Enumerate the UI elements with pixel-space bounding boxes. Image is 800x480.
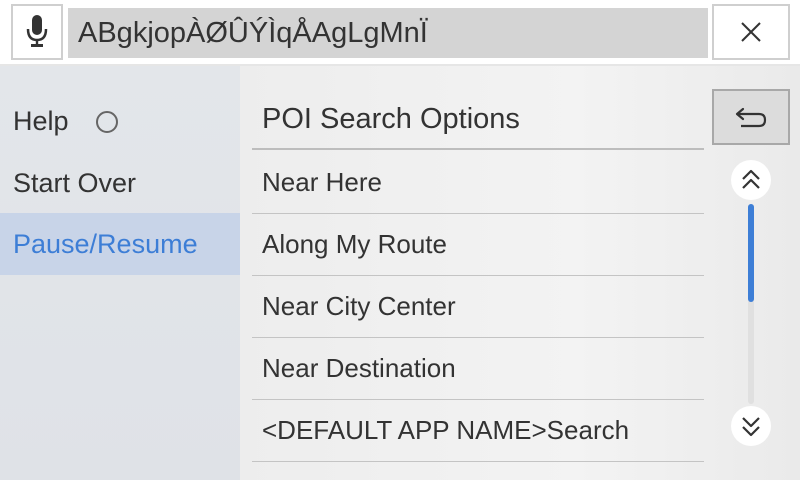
option-label: Near Destination [262, 353, 456, 383]
mic-button[interactable] [11, 4, 63, 60]
close-icon [741, 22, 761, 42]
option-label: Along My Route [262, 229, 447, 259]
help-indicator-icon [96, 111, 118, 133]
panel-title: POI Search Options [252, 90, 704, 150]
option-near-city-center[interactable]: Near City Center [252, 276, 704, 338]
double-chevron-up-icon [742, 169, 760, 189]
top-bar: ABgkjopÀØÛÝÌqÅAgLgMnÏ [0, 0, 800, 64]
back-button[interactable] [712, 89, 790, 145]
option-label: Near Here [262, 167, 382, 197]
scroll-up-button[interactable] [731, 160, 771, 200]
search-query-field[interactable]: ABgkjopÀØÛÝÌqÅAgLgMnÏ [68, 8, 708, 58]
option-along-my-route[interactable]: Along My Route [252, 214, 704, 276]
search-query-text: ABgkjopÀØÛÝÌqÅAgLgMnÏ [78, 16, 428, 49]
close-button[interactable] [712, 4, 790, 60]
microphone-icon [26, 15, 48, 47]
side-menu: Help Start Over Pause/Resume [0, 66, 240, 480]
menu-item-start-over[interactable]: Start Over [0, 152, 240, 214]
option-near-here[interactable]: Near Here [252, 152, 704, 214]
back-arrow-icon [735, 107, 767, 128]
scrollbar-track[interactable] [748, 204, 754, 404]
poi-search-options-panel: POI Search Options Near Here Along My Ro… [240, 66, 800, 480]
menu-item-label: Start Over [13, 167, 137, 198]
option-near-destination[interactable]: Near Destination [252, 338, 704, 400]
menu-item-label: Pause/Resume [13, 228, 198, 259]
menu-item-pause-resume[interactable]: Pause/Resume [0, 213, 240, 275]
option-default-app-search[interactable]: <DEFAULT APP NAME>Search [252, 400, 704, 462]
panel-title-text: POI Search Options [262, 102, 520, 135]
menu-item-label: Help [13, 105, 69, 136]
scrollbar-thumb[interactable] [748, 204, 754, 302]
option-label: <DEFAULT APP NAME>Search [262, 415, 630, 445]
option-label: Near City Center [262, 291, 456, 321]
menu-item-help[interactable]: Help [0, 90, 240, 152]
double-chevron-down-icon [742, 417, 760, 437]
scroll-down-button[interactable] [731, 406, 771, 446]
